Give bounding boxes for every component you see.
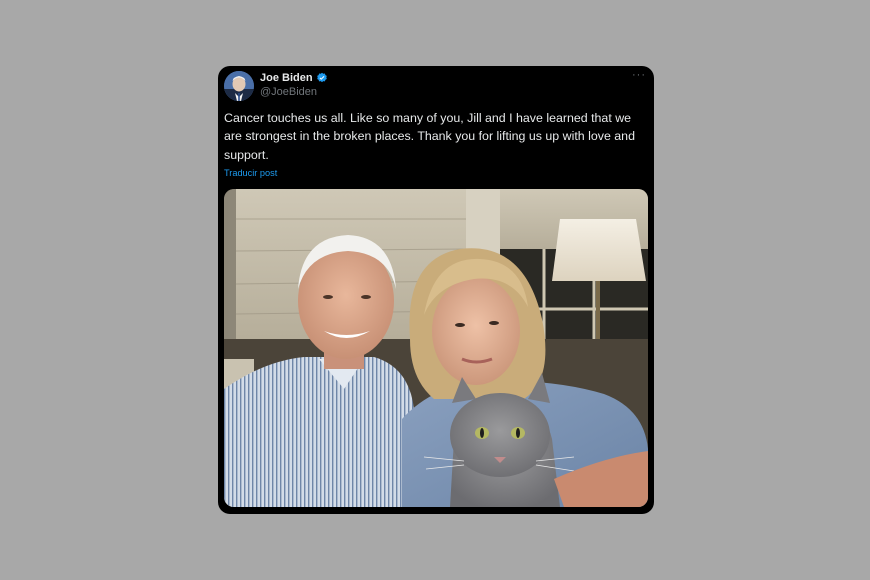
author-handle[interactable]: @JoeBiden [260,85,317,99]
translate-post-link[interactable]: Traducir post [224,167,277,179]
tweet-photo-image [224,189,648,507]
author-avatar[interactable] [224,71,254,101]
author-name[interactable]: Joe Biden [260,71,313,85]
author-name-row[interactable]: Joe Biden [260,71,328,85]
tweet-card[interactable]: Joe Biden @JoeBiden ··· Cancer touches u… [218,66,654,514]
tweet-text: Cancer touches us all. Like so many of y… [224,111,635,162]
more-options-icon[interactable]: ··· [632,70,646,81]
tweet-photo[interactable] [224,189,648,507]
verified-badge-icon [316,72,328,84]
